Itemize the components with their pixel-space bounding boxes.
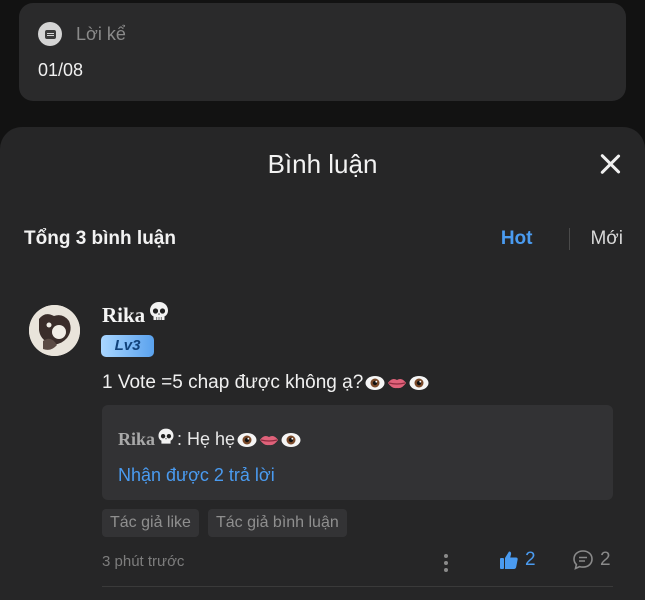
thumbs-up-icon: [500, 551, 518, 569]
comment-username[interactable]: Rika: [102, 300, 171, 330]
divider: [102, 586, 613, 587]
note-header: Lời kể: [38, 22, 126, 46]
more-icon[interactable]: [441, 553, 451, 573]
comment-time: 3 phút trước: [102, 553, 185, 570]
skull-emoji: [156, 427, 176, 452]
lips-emoji: [260, 435, 279, 445]
comment-body: 1 Vote =5 chap được không ạ?: [102, 372, 364, 393]
comment-total: Tổng 3 bình luận: [24, 228, 176, 249]
note-date: 01/08: [38, 60, 84, 80]
close-icon[interactable]: [599, 153, 621, 175]
reply-username: Rika: [118, 429, 156, 449]
sort-tabs: Hot Mới: [501, 228, 623, 250]
comments-sheet: Bình luận Tổng 3 bình luận Hot Mới Rika …: [0, 127, 645, 600]
tag-author-like: Tác giả like: [102, 509, 199, 537]
note-icon: [38, 22, 62, 46]
tag-author-comment: Tác giả bình luận: [208, 509, 347, 537]
note-title: Lời kể: [76, 23, 126, 44]
eye-emoji: [409, 376, 429, 390]
reply-button[interactable]: 2: [572, 549, 611, 571]
reply-preview[interactable]: Rika : Hẹ hẹ Nhận được 2 trả lời: [102, 405, 613, 500]
tab-hot[interactable]: Hot: [501, 228, 533, 250]
avatar[interactable]: [29, 305, 80, 356]
level-badge: Lv3: [101, 335, 154, 357]
reply-line: Rika : Hẹ hẹ: [118, 427, 301, 452]
tab-new[interactable]: Mới: [590, 228, 623, 250]
sheet-title: Bình luận: [267, 149, 378, 179]
lips-emoji: [388, 379, 407, 389]
like-count: 2: [525, 549, 536, 570]
username-text: Rika: [102, 302, 146, 327]
skull-emoji: [147, 300, 171, 330]
sort-divider: [569, 228, 571, 250]
reply-text: : Hẹ hẹ: [177, 429, 236, 449]
like-button[interactable]: 2: [499, 549, 536, 571]
eye-emoji: [365, 376, 385, 390]
comment-text: 1 Vote =5 chap được không ạ?: [102, 372, 429, 394]
eye-emoji: [237, 432, 257, 447]
comment-icon: [573, 550, 593, 570]
eye-emoji: [281, 432, 301, 447]
view-replies-link[interactable]: Nhận được 2 trả lời: [118, 465, 275, 486]
story-note-card[interactable]: Lời kể 01/08: [19, 3, 626, 101]
reply-count: 2: [600, 549, 611, 570]
